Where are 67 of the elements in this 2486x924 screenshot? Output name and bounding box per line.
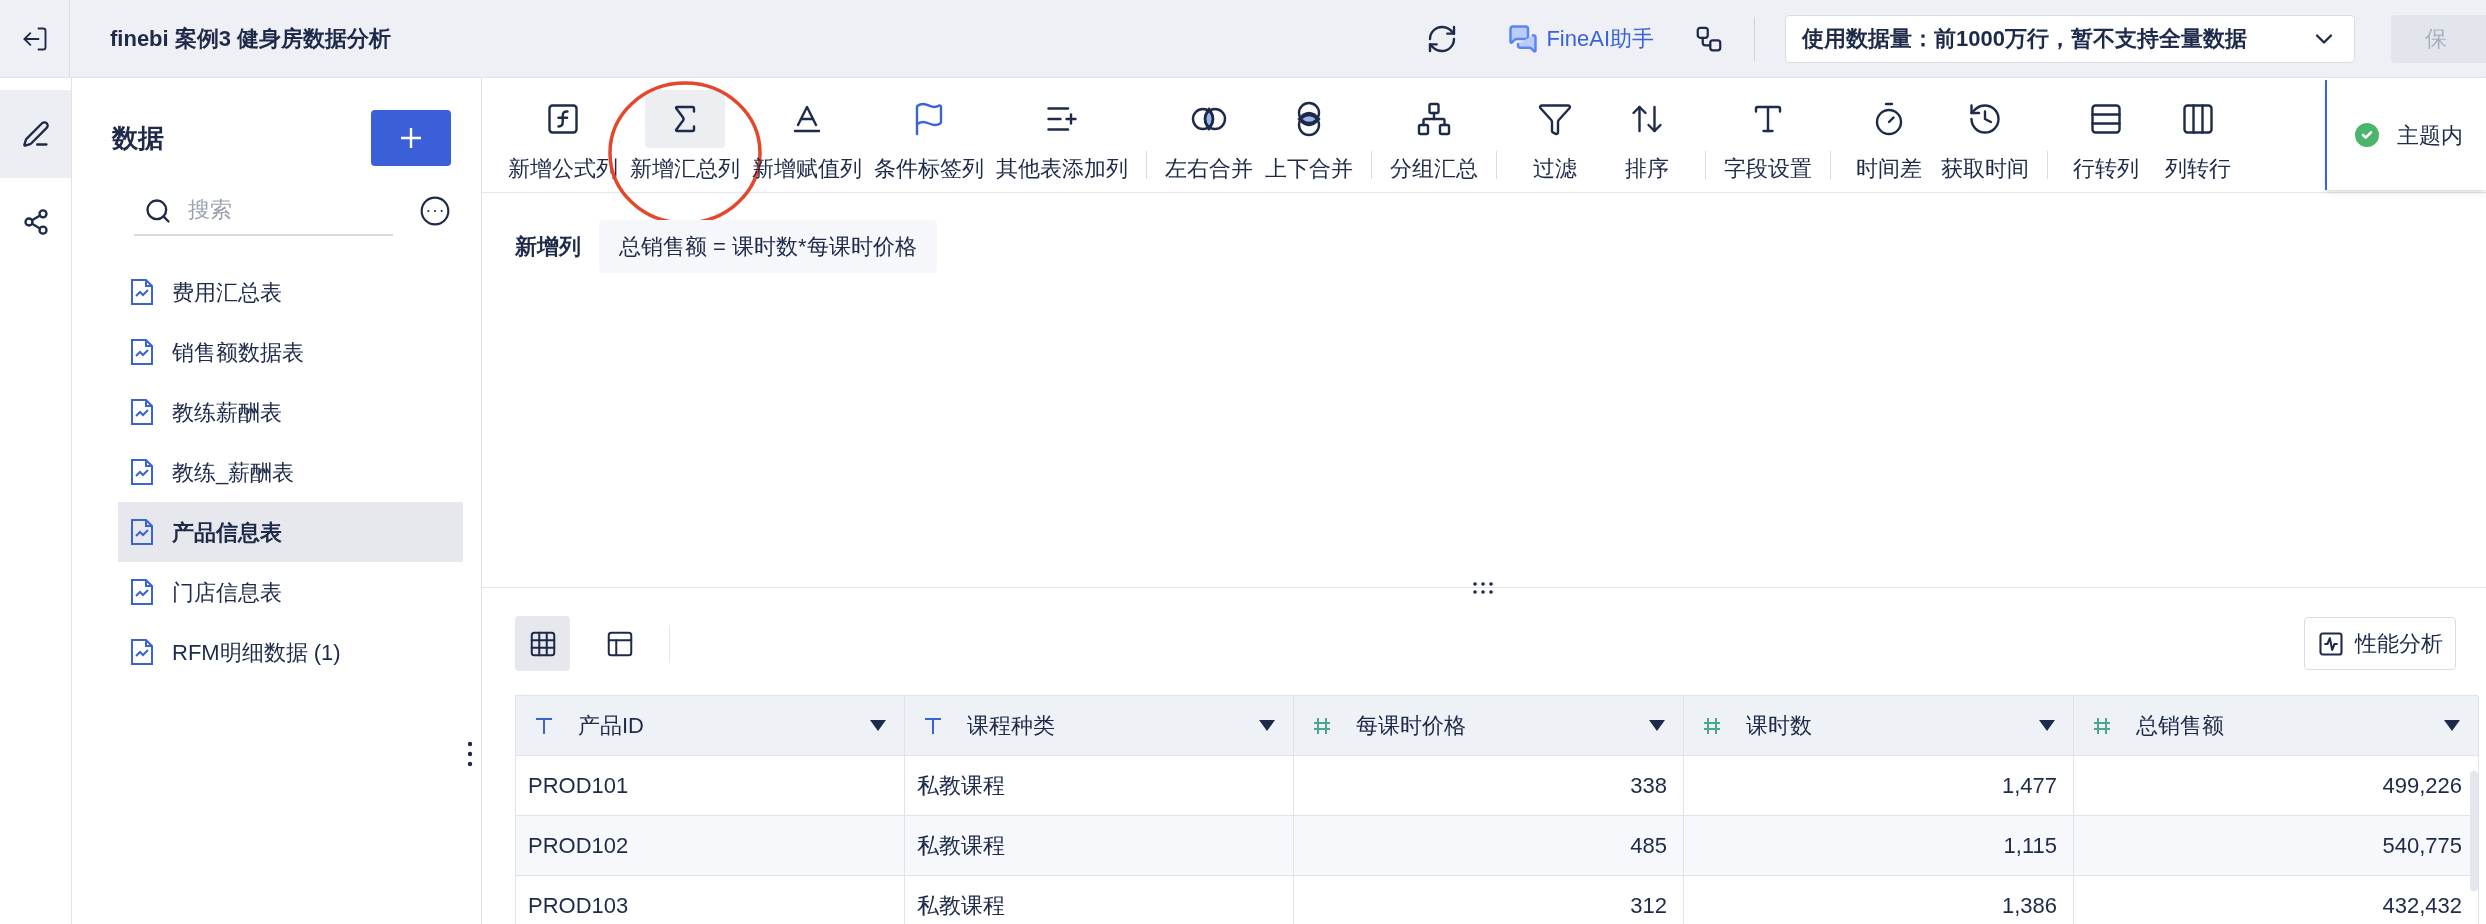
toolbar-button[interactable]: 其他表添加列 xyxy=(990,90,1134,180)
table-cell: PROD103 xyxy=(516,876,905,924)
panel-title: 数据 xyxy=(112,121,164,155)
resize-handle-icon[interactable] xyxy=(467,741,473,767)
table-list-item[interactable]: 费用汇总表 xyxy=(118,262,463,322)
chart-file-icon xyxy=(130,339,154,365)
grid-view-button[interactable] xyxy=(515,616,570,671)
toolbar-button[interactable]: 左右合并 xyxy=(1159,90,1259,180)
dropdown-caret-icon[interactable] xyxy=(2444,720,2460,731)
toast-text: 主题内 xyxy=(2397,121,2463,150)
number-type-icon xyxy=(1702,715,1722,736)
scrollbar[interactable] xyxy=(2470,771,2478,891)
hierarchy-icon xyxy=(1416,101,1452,137)
function-icon xyxy=(545,101,581,137)
toolbar-button[interactable]: 获取时间 xyxy=(1935,90,2035,180)
formula-chip: 总销售额 = 课时数*每课时价格 xyxy=(599,220,937,273)
splitter-handle-icon[interactable] xyxy=(1472,581,1494,595)
chart-file-icon xyxy=(130,459,154,485)
plus-icon xyxy=(398,125,424,151)
nodes-icon xyxy=(21,208,50,236)
text-type-icon xyxy=(923,715,943,736)
table-cell: 1,386 xyxy=(1684,876,2074,924)
toolbar-button[interactable]: 时间差 xyxy=(1843,90,1935,180)
toolbar-button[interactable]: 列转行 xyxy=(2152,90,2244,180)
more-icon[interactable] xyxy=(419,195,451,227)
ai-assistant-button[interactable]: FineAI助手 xyxy=(1508,22,1654,55)
table-cell: 312 xyxy=(1294,876,1684,924)
table-list-item[interactable]: 门店信息表 xyxy=(118,562,463,622)
toolbar-button[interactable]: 排序 xyxy=(1601,90,1693,180)
performance-button[interactable]: 性能分析 xyxy=(2304,617,2456,670)
toolbar-button[interactable]: 分组汇总 xyxy=(1384,90,1484,180)
table-list-item[interactable]: 销售额数据表 xyxy=(118,322,463,382)
edit-tab[interactable] xyxy=(0,90,71,178)
report-title: finebi 案例3 健身房数据分析 xyxy=(110,25,392,53)
chart-file-icon xyxy=(130,639,154,665)
chart-file-icon xyxy=(130,279,154,305)
dropdown-caret-icon[interactable] xyxy=(870,720,886,731)
number-type-icon xyxy=(1312,715,1332,736)
clock-arrow-icon xyxy=(1967,101,2003,137)
chart-file-icon xyxy=(130,519,154,545)
search-field[interactable]: 搜索 xyxy=(134,186,393,236)
filter-icon xyxy=(1537,101,1573,137)
table-list-item[interactable]: RFM明细数据 (1) xyxy=(118,622,463,682)
toolbar-button[interactable]: 条件标签列 xyxy=(868,90,990,180)
table-cell: 私教课程 xyxy=(905,876,1294,924)
search-icon xyxy=(144,197,172,225)
toolbar-button[interactable]: 行转列 xyxy=(2060,90,2152,180)
formula-label: 新增列 xyxy=(515,233,581,261)
rows-icon xyxy=(2088,101,2124,137)
activity-icon xyxy=(2317,629,2345,658)
dropdown-caret-icon[interactable] xyxy=(1259,720,1275,731)
chart-file-icon xyxy=(130,579,154,605)
chart-file-icon xyxy=(130,399,154,425)
pen-icon xyxy=(21,120,50,148)
table-list-item[interactable]: 教练_薪酬表 xyxy=(118,442,463,502)
table-list-item[interactable]: 教练薪酬表 xyxy=(118,382,463,442)
columns-icon xyxy=(2180,101,2216,137)
dropdown-caret-icon[interactable] xyxy=(2039,720,2055,731)
table-list-item[interactable]: 产品信息表 xyxy=(118,502,463,562)
number-type-icon xyxy=(2092,715,2112,736)
toolbar-button[interactable]: 过滤 xyxy=(1509,90,1601,180)
toolbar-button[interactable]: 字段设置 xyxy=(1718,90,1818,180)
text-type-icon xyxy=(534,715,554,736)
data-scope-dropdown[interactable]: 使用数据量：前1000万行，暂不支持全量数据 xyxy=(1785,14,2355,63)
dropdown-caret-icon[interactable] xyxy=(1649,720,1665,731)
chat-bubbles-icon xyxy=(1508,23,1539,54)
toolbar-button[interactable]: 上下合并 xyxy=(1259,90,1359,180)
